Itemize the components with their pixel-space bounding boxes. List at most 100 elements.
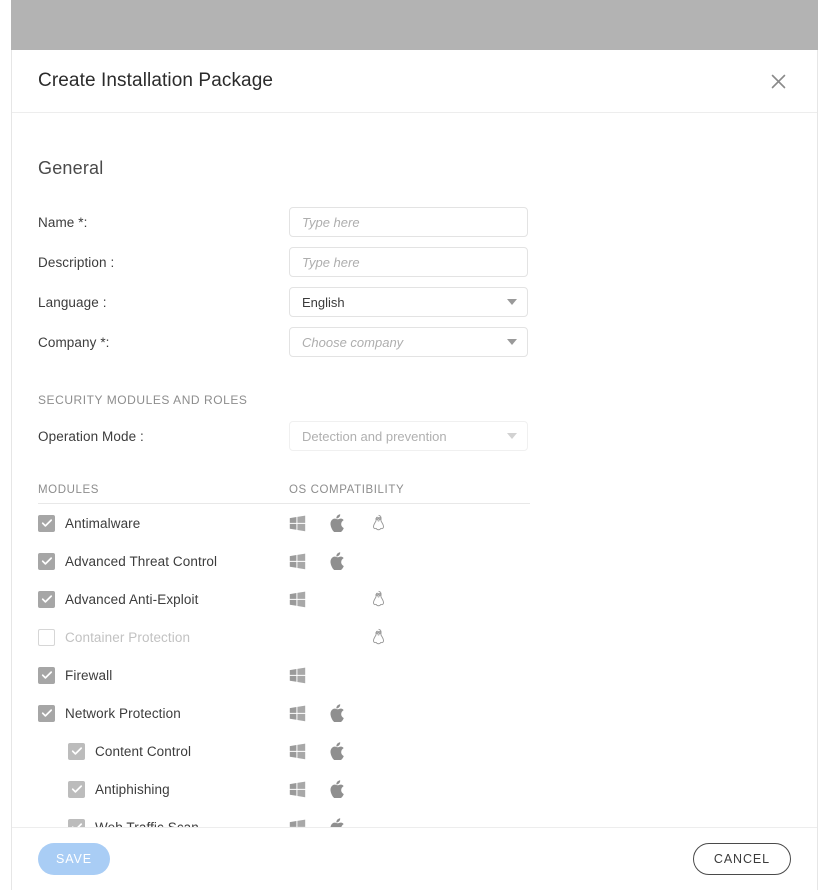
linux-icon: [371, 590, 386, 608]
save-button[interactable]: SAVE: [38, 843, 110, 875]
os-compatibility-cell: [289, 666, 530, 684]
apple-os-slot: [330, 818, 371, 827]
windows-os-slot: [289, 780, 330, 798]
module-name-cell: Antiphishing: [38, 781, 289, 798]
os-slot-empty: [289, 628, 330, 646]
module-checkbox[interactable]: [68, 743, 85, 760]
os-compatibility-cell: [289, 742, 530, 760]
windows-icon: [289, 591, 306, 608]
module-label: Advanced Anti-Exploit: [65, 592, 198, 607]
operation-mode-select: Detection and prevention: [289, 421, 528, 451]
module-label: Web Traffic Scan: [95, 820, 199, 828]
check-icon: [41, 669, 53, 681]
windows-icon: [289, 743, 306, 760]
module-name-cell: Antimalware: [38, 515, 289, 532]
module-checkbox[interactable]: [68, 819, 85, 828]
os-compatibility-cell: [289, 704, 530, 722]
module-label: Network Protection: [65, 706, 181, 721]
module-name-cell: Advanced Anti-Exploit: [38, 591, 289, 608]
module-checkbox[interactable]: [38, 515, 55, 532]
company-label: Company *:: [38, 335, 289, 350]
os-slot-empty: [371, 666, 412, 684]
windows-icon: [289, 515, 306, 532]
module-checkbox[interactable]: [38, 705, 55, 722]
module-label: Container Protection: [65, 630, 190, 645]
name-input-placeholder: Type here: [302, 215, 360, 230]
windows-os-slot: [289, 666, 330, 684]
module-checkbox[interactable]: [38, 667, 55, 684]
language-label: Language :: [38, 295, 289, 310]
check-icon: [41, 707, 53, 719]
page-backdrop: [11, 0, 818, 50]
close-icon[interactable]: [765, 68, 791, 94]
language-select[interactable]: English: [289, 287, 528, 317]
module-row: Network Protection: [38, 694, 530, 732]
apple-os-slot: [330, 704, 371, 722]
apple-os-slot: [330, 742, 371, 760]
module-label: Advanced Threat Control: [65, 554, 217, 569]
module-name-cell: Firewall: [38, 667, 289, 684]
dialog-title: Create Installation Package: [38, 70, 273, 92]
os-compatibility-cell: [289, 514, 530, 532]
windows-icon: [289, 553, 306, 570]
os-slot-empty: [371, 552, 412, 570]
linux-os-slot: [371, 514, 412, 532]
windows-os-slot: [289, 742, 330, 760]
cancel-button[interactable]: CANCEL: [693, 843, 791, 875]
module-checkbox[interactable]: [38, 553, 55, 570]
check-icon: [71, 783, 83, 795]
form-row-language: Language : English: [38, 282, 791, 322]
os-slot-empty: [330, 590, 371, 608]
apple-icon: [330, 780, 345, 798]
check-icon: [71, 745, 83, 757]
windows-icon: [289, 781, 306, 798]
os-slot-empty: [371, 704, 412, 722]
description-input-placeholder: Type here: [302, 255, 360, 270]
module-row: Advanced Anti-Exploit: [38, 580, 530, 618]
windows-os-slot: [289, 514, 330, 532]
os-compatibility-cell: [289, 780, 530, 798]
module-name-cell: Container Protection: [38, 629, 289, 646]
module-checkbox[interactable]: [68, 781, 85, 798]
os-compatibility-cell: [289, 590, 530, 608]
name-input[interactable]: Type here: [289, 207, 528, 237]
create-installation-package-dialog: Create Installation Package General Name…: [11, 50, 818, 890]
module-row: Container Protection: [38, 618, 530, 656]
module-checkbox: [38, 629, 55, 646]
company-select[interactable]: Choose company: [289, 327, 528, 357]
windows-icon: [289, 667, 306, 684]
form-row-operation-mode: Operation Mode : Detection and preventio…: [38, 416, 791, 456]
module-row: Firewall: [38, 656, 530, 694]
form-row-name: Name *: Type here: [38, 202, 791, 242]
linux-icon: [371, 514, 386, 532]
dialog-footer: SAVE CANCEL: [12, 827, 817, 890]
module-checkbox[interactable]: [38, 591, 55, 608]
description-input[interactable]: Type here: [289, 247, 528, 277]
module-label: Antimalware: [65, 516, 140, 531]
windows-os-slot: [289, 590, 330, 608]
os-slot-empty: [371, 818, 412, 827]
apple-icon: [330, 514, 345, 532]
apple-os-slot: [330, 780, 371, 798]
module-label: Content Control: [95, 744, 191, 759]
os-compatibility-cell: [289, 818, 530, 827]
windows-os-slot: [289, 704, 330, 722]
check-icon: [41, 555, 53, 567]
os-slot-empty: [371, 742, 412, 760]
check-icon: [41, 593, 53, 605]
chevron-down-icon: [507, 339, 517, 345]
apple-os-slot: [330, 552, 371, 570]
os-compatibility-cell: [289, 628, 530, 646]
description-label: Description :: [38, 255, 289, 270]
dialog-body: General Name *: Type here Description : …: [12, 113, 817, 827]
operation-mode-value: Detection and prevention: [302, 429, 447, 444]
module-row: Web Traffic Scan: [38, 808, 530, 827]
form-row-company: Company *: Choose company: [38, 322, 791, 362]
check-icon: [71, 821, 83, 827]
windows-icon: [289, 705, 306, 722]
language-select-value: English: [302, 295, 345, 310]
operation-mode-label: Operation Mode :: [38, 429, 289, 444]
os-slot-empty: [330, 666, 371, 684]
module-row: Content Control: [38, 732, 530, 770]
windows-os-slot: [289, 818, 330, 827]
